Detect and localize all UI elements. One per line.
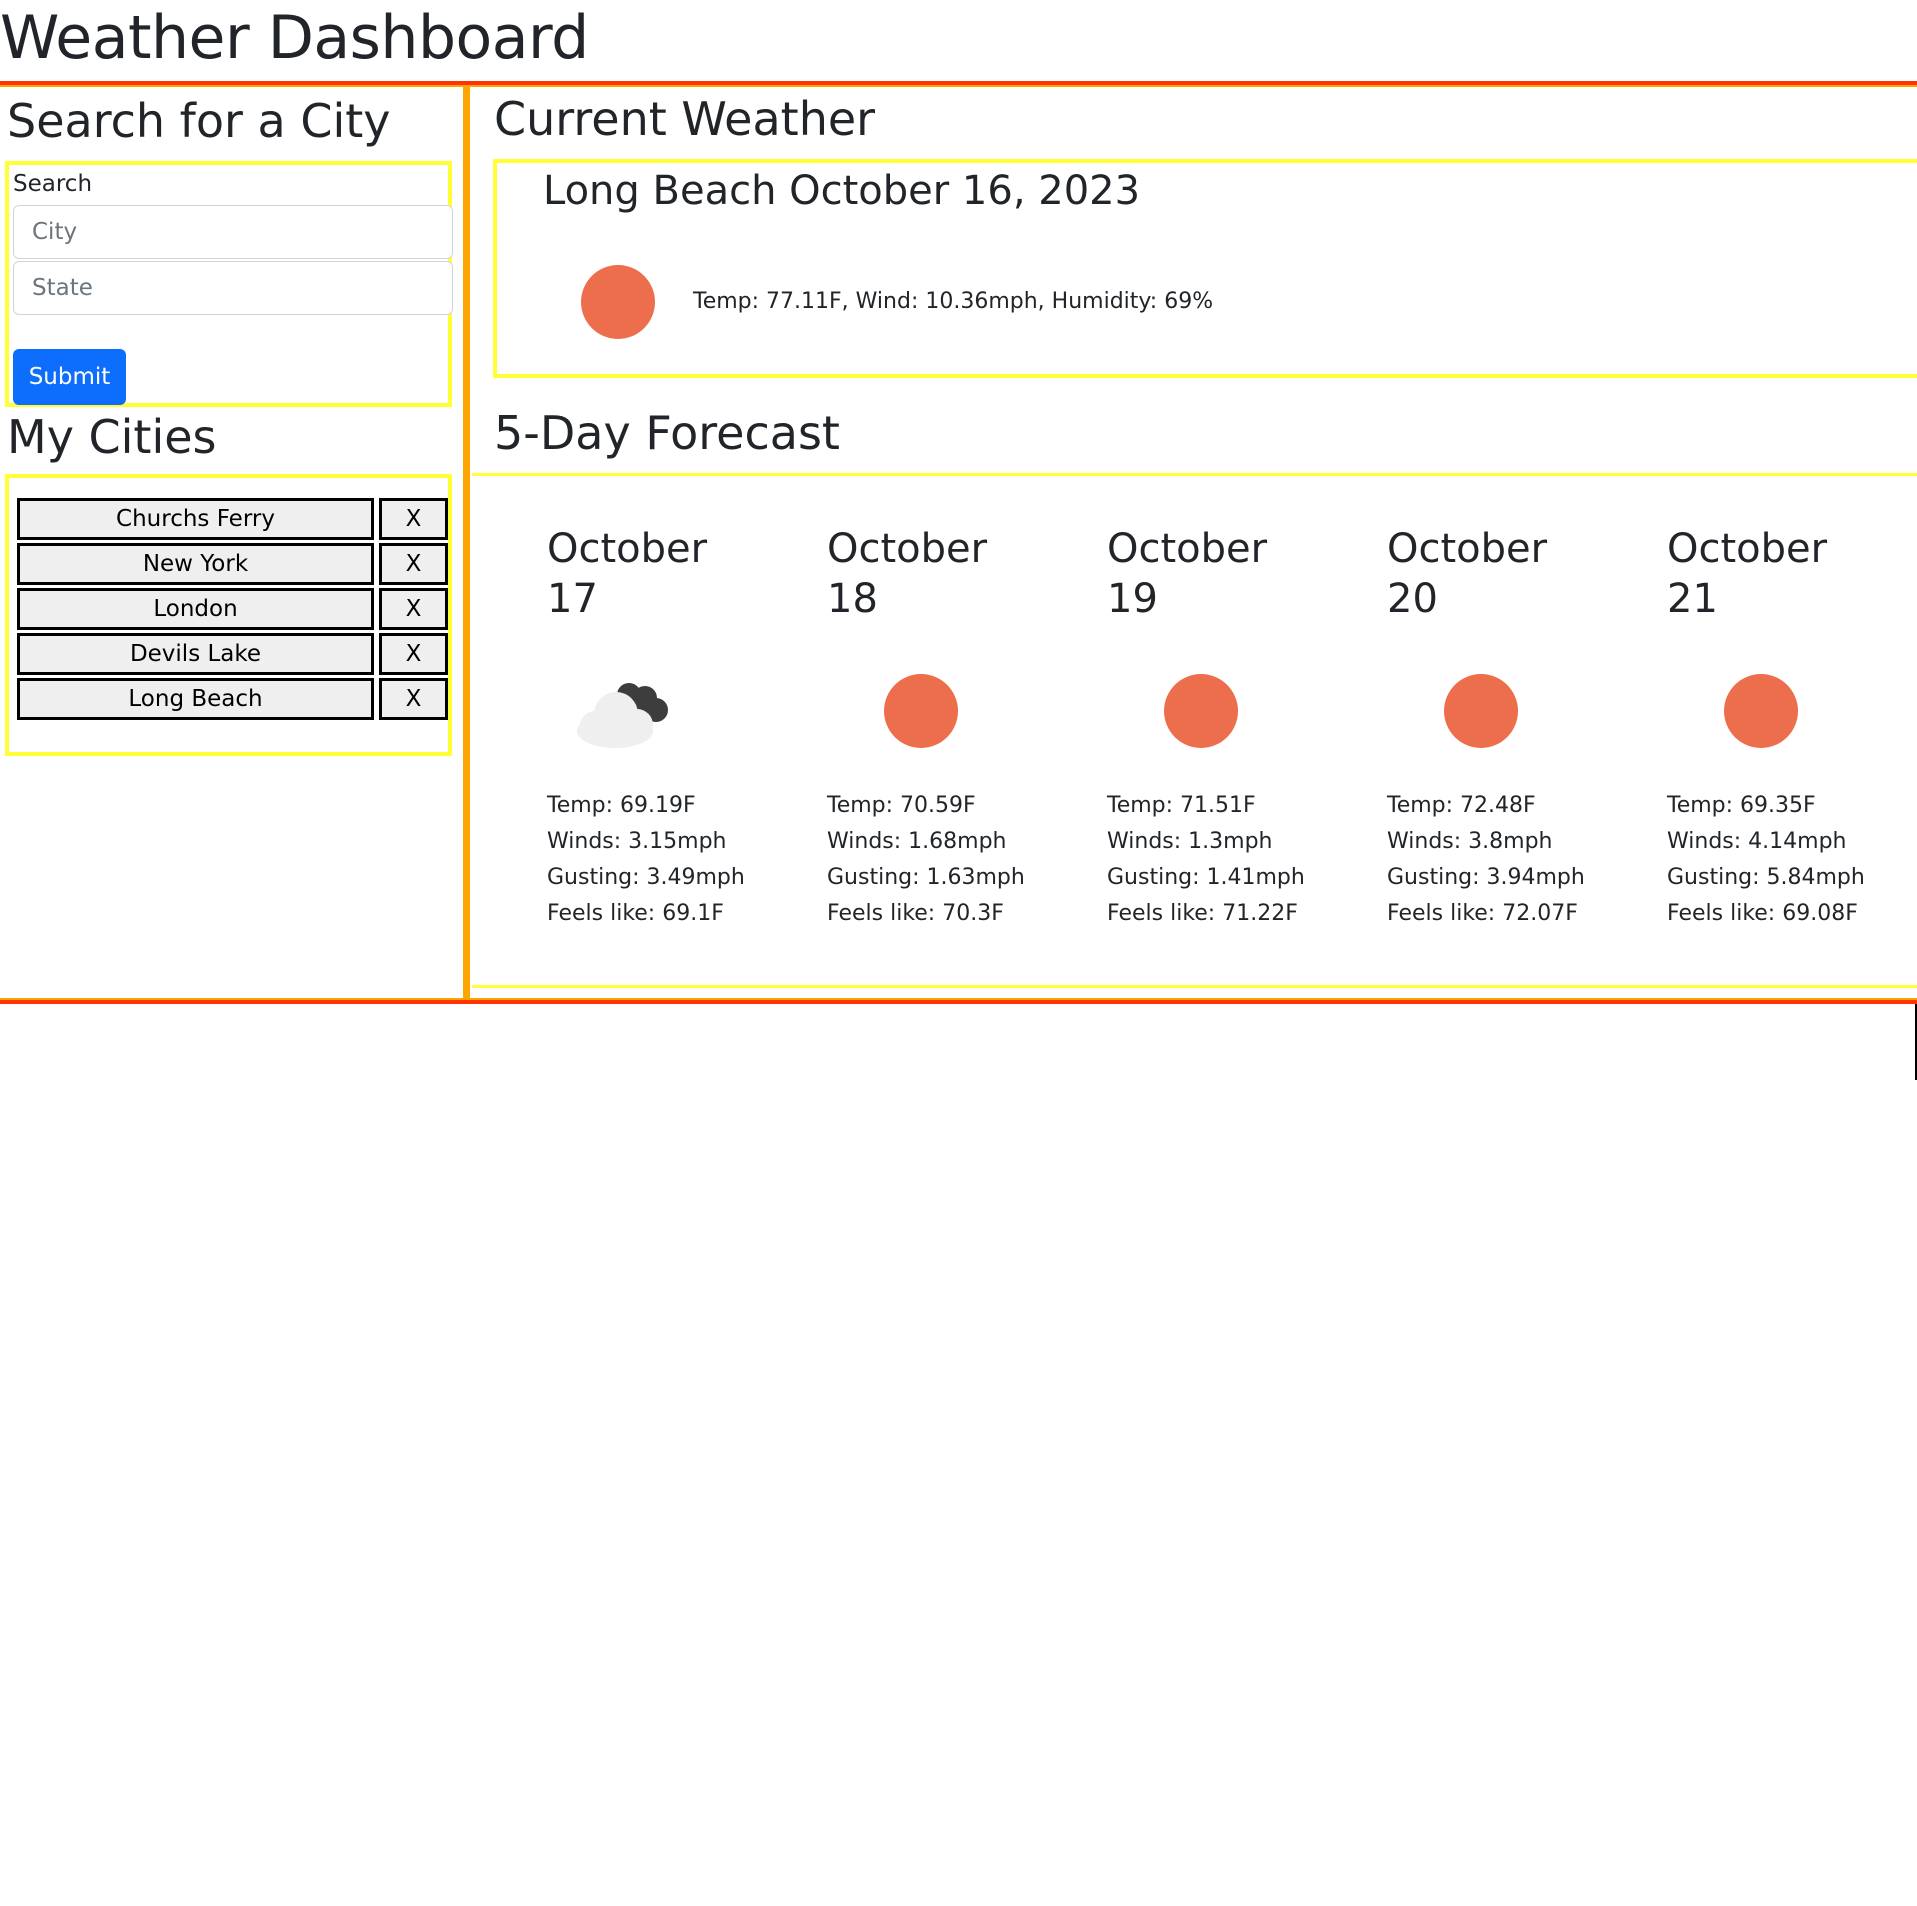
forecast-feels-like: Feels like: 69.1F (547, 901, 724, 926)
forecast-gusting: Gusting: 5.84mph (1667, 865, 1865, 890)
forecast-stats: Temp: 70.59F Winds: 1.68mph Gusting: 1.6… (827, 788, 1025, 932)
content-area: Current Weather Long Beach October 16, 2… (468, 85, 1917, 1000)
sun-icon-wrap (1409, 671, 1519, 751)
forecast-stats: Temp: 71.51F Winds: 1.3mph Gusting: 1.41… (1107, 788, 1305, 932)
forecast-gusting: Gusting: 3.49mph (547, 865, 745, 890)
current-weather-heading: Current Weather (494, 92, 876, 146)
forecast-date: October 18 (827, 526, 988, 622)
sun-icon-wrap (1129, 671, 1239, 751)
remove-city-button[interactable]: X (379, 498, 448, 540)
state-input[interactable] (13, 261, 453, 315)
search-form: Search Submit (5, 161, 453, 407)
sun-icon (581, 265, 655, 339)
remove-city-button[interactable]: X (379, 633, 448, 675)
forecast-panel: October 17 Temp: 69.19F Winds: 3.15mph G… (472, 473, 1917, 988)
submit-button[interactable]: Submit (13, 349, 126, 405)
city-button-long-beach[interactable]: Long Beach (17, 678, 374, 720)
forecast-temp: Temp: 72.48F (1387, 793, 1536, 818)
sidebar: Search for a City Search Submit My Citie… (0, 85, 468, 1000)
forecast-temp: Temp: 71.51F (1107, 793, 1256, 818)
forecast-winds: Winds: 3.15mph (547, 829, 727, 854)
forecast-temp: Temp: 69.35F (1667, 793, 1816, 818)
forecast-feels-like: Feels like: 71.22F (1107, 901, 1298, 926)
sun-icon (1444, 674, 1518, 748)
sun-icon-wrap (849, 671, 959, 751)
forecast-stats: Temp: 69.19F Winds: 3.15mph Gusting: 3.4… (547, 788, 745, 932)
city-input[interactable] (13, 205, 453, 259)
remove-city-button[interactable]: X (379, 678, 448, 720)
city-button-devils-lake[interactable]: Devils Lake (17, 633, 374, 675)
forecast-winds: Winds: 1.68mph (827, 829, 1007, 854)
cities-heading: My Cities (7, 410, 217, 464)
city-button-london[interactable]: London (17, 588, 374, 630)
search-heading: Search for a City (7, 94, 391, 148)
forecast-gusting: Gusting: 1.41mph (1107, 865, 1305, 890)
remove-city-button[interactable]: X (379, 588, 448, 630)
sun-icon (1164, 674, 1238, 748)
forecast-card: October 20 Temp: 72.48F Winds: 3.8mph Gu… (1387, 476, 1657, 976)
forecast-feels-like: Feels like: 72.07F (1387, 901, 1578, 926)
forecast-temp: Temp: 69.19F (547, 793, 696, 818)
forecast-date: October 20 (1387, 526, 1548, 622)
sun-icon (1724, 674, 1798, 748)
forecast-date: October 19 (1107, 526, 1268, 622)
forecast-feels-like: Feels like: 69.08F (1667, 901, 1858, 926)
forecast-gusting: Gusting: 3.94mph (1387, 865, 1585, 890)
forecast-card: October 19 Temp: 71.51F Winds: 1.3mph Gu… (1107, 476, 1377, 976)
current-weather-card: Long Beach October 16, 2023 Temp: 77.11F… (493, 159, 1917, 378)
current-weather-stats: Temp: 77.11F, Wind: 10.36mph, Humidity: … (693, 289, 1214, 314)
sun-icon (884, 674, 958, 748)
forecast-stats: Temp: 69.35F Winds: 4.14mph Gusting: 5.8… (1667, 788, 1865, 932)
sun-icon-wrap (1689, 671, 1799, 751)
forecast-heading: 5-Day Forecast (494, 406, 840, 460)
city-list: Churchs Ferry X New York X London X Devi… (5, 474, 452, 756)
city-button-churchs-ferry[interactable]: Churchs Ferry (17, 498, 374, 540)
forecast-stats: Temp: 72.48F Winds: 3.8mph Gusting: 3.94… (1387, 788, 1585, 932)
forecast-feels-like: Feels like: 70.3F (827, 901, 1004, 926)
page-title: Weather Dashboard (0, 3, 589, 73)
forecast-card: October 21 Temp: 69.35F Winds: 4.14mph G… (1667, 476, 1917, 976)
forecast-winds: Winds: 4.14mph (1667, 829, 1847, 854)
cloud-icon-graphic (577, 683, 668, 748)
search-label: Search (13, 171, 93, 197)
current-weather-title: Long Beach October 16, 2023 (543, 168, 1141, 214)
main-row: Search for a City Search Submit My Citie… (0, 81, 1917, 1004)
forecast-date: October 17 (547, 526, 708, 622)
forecast-date: October 21 (1667, 526, 1828, 622)
city-button-new-york[interactable]: New York (17, 543, 374, 585)
remove-city-button[interactable]: X (379, 543, 448, 585)
forecast-card: October 18 Temp: 70.59F Winds: 1.68mph G… (827, 476, 1097, 976)
forecast-winds: Winds: 1.3mph (1107, 829, 1273, 854)
forecast-temp: Temp: 70.59F (827, 793, 976, 818)
forecast-card: October 17 Temp: 69.19F Winds: 3.15mph G… (547, 476, 817, 976)
cloud-icon (569, 671, 679, 751)
forecast-gusting: Gusting: 1.63mph (827, 865, 1025, 890)
forecast-winds: Winds: 3.8mph (1387, 829, 1553, 854)
